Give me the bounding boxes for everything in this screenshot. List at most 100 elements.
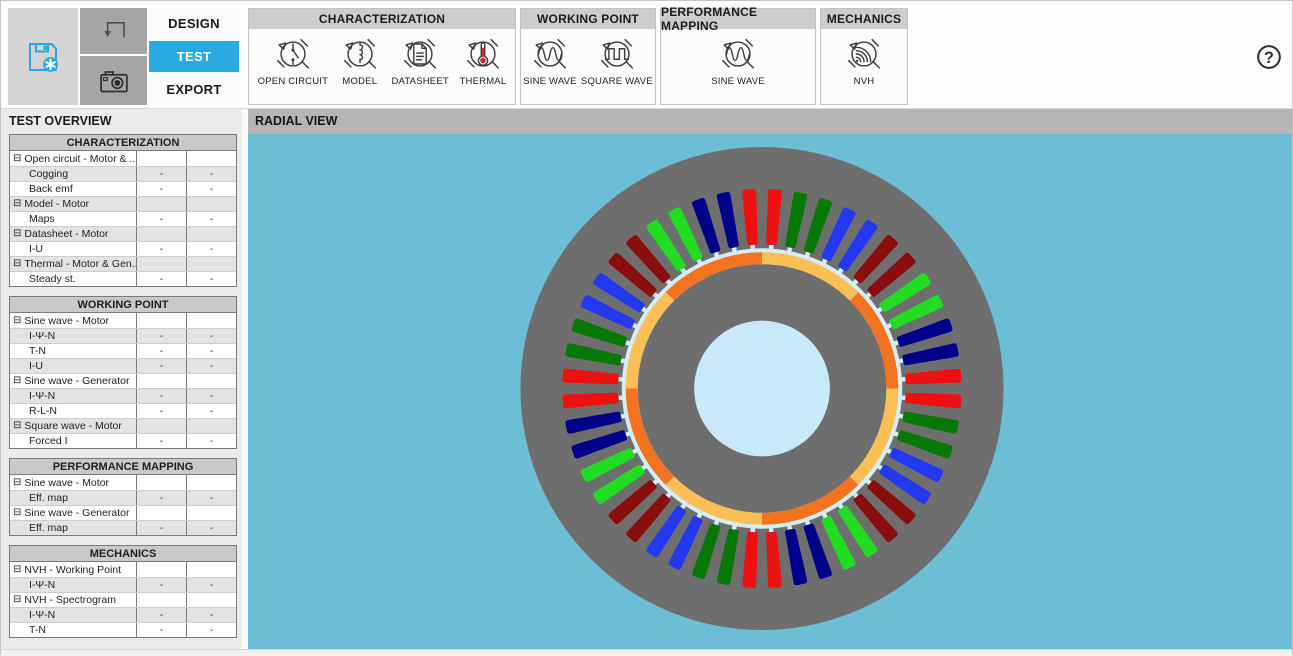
table-row-eff-map[interactable]: Eff. map-- bbox=[10, 520, 236, 535]
table-row-sine-wave-motor[interactable]: ⊟Sine wave - Motor bbox=[10, 313, 236, 328]
table-row-nvh-spectrogram[interactable]: ⊟NVH - Spectrogram bbox=[10, 592, 236, 607]
collapse-expander-icon[interactable]: ⊟ bbox=[13, 595, 21, 605]
collapse-expander-icon[interactable]: ⊟ bbox=[13, 421, 21, 431]
radial-viewer: RADIAL VIEW bbox=[248, 109, 1292, 649]
radial-view-canvas[interactable] bbox=[248, 134, 1292, 649]
toolbar-group-mechanics: MECHANICSNVH bbox=[820, 8, 908, 105]
tab-test[interactable]: TEST bbox=[149, 41, 239, 72]
table-row-sine-wave-generator[interactable]: ⊟Sine wave - Generator bbox=[10, 505, 236, 520]
table-row-thermal-motor-gen[interactable]: ⊟Thermal - Motor & Gen... bbox=[10, 256, 236, 271]
row-value: - bbox=[186, 359, 236, 373]
model-icon bbox=[339, 33, 381, 75]
collapse-expander-icon[interactable]: ⊟ bbox=[13, 316, 21, 326]
collapse-expander-icon[interactable]: ⊟ bbox=[13, 508, 21, 518]
collapse-expander-icon[interactable]: ⊟ bbox=[13, 376, 21, 386]
row-label: Back emf bbox=[10, 182, 136, 196]
table-row-sine-wave-generator[interactable]: ⊟Sine wave - Generator bbox=[10, 373, 236, 388]
collapse-expander-icon[interactable]: ⊟ bbox=[13, 229, 21, 239]
tool-label: DATASHEET bbox=[391, 76, 448, 87]
table-row-steady-st[interactable]: Steady st.-- bbox=[10, 271, 236, 286]
row-value: - bbox=[136, 344, 186, 358]
snapshot-button[interactable] bbox=[80, 56, 147, 105]
row-label: ⊟NVH - Spectrogram bbox=[10, 593, 136, 607]
collapse-expander-icon[interactable]: ⊟ bbox=[13, 565, 21, 575]
table-row-t-n[interactable]: T-N-- bbox=[10, 343, 236, 358]
help-button[interactable] bbox=[1252, 40, 1286, 74]
row-label: ⊟Open circuit - Motor & ... bbox=[10, 151, 136, 166]
tool-characterization-datasheet[interactable]: DATASHEET bbox=[389, 33, 450, 87]
row-value: - bbox=[136, 242, 186, 256]
row-value bbox=[186, 593, 236, 607]
row-value bbox=[186, 562, 236, 577]
table-row-forced-i[interactable]: Forced I-- bbox=[10, 433, 236, 448]
row-value: - bbox=[136, 491, 186, 505]
row-label: ⊟Square wave - Motor bbox=[10, 419, 136, 433]
tab-export[interactable]: EXPORT bbox=[149, 74, 239, 105]
table-row-back-emf[interactable]: Back emf-- bbox=[10, 181, 236, 196]
table-row-i-u[interactable]: I-U-- bbox=[10, 241, 236, 256]
row-value bbox=[186, 475, 236, 490]
table-title: MECHANICS bbox=[10, 546, 236, 562]
row-value: - bbox=[186, 329, 236, 343]
table-row-i-n[interactable]: I-Ψ-N-- bbox=[10, 388, 236, 403]
tool-mechanics-nvh[interactable]: NVH bbox=[841, 33, 887, 87]
tool-label: THERMAL bbox=[460, 76, 507, 87]
collapse-expander-icon[interactable]: ⊟ bbox=[13, 259, 21, 269]
toolbar-groups: CHARACTERIZATIONOPEN CIRCUITMODELDATASHE… bbox=[248, 8, 908, 105]
table-row-nvh-working-point[interactable]: ⊟NVH - Working Point bbox=[10, 562, 236, 577]
row-value bbox=[136, 197, 186, 211]
main-row: TEST OVERVIEW CHARACTERIZATION⊟Open circ… bbox=[1, 109, 1292, 649]
row-value: - bbox=[136, 404, 186, 418]
toolbar-group-title: PERFORMANCE MAPPING bbox=[661, 9, 815, 29]
tool-performance-mapping-sine-wave[interactable]: SINE WAVE bbox=[709, 33, 767, 87]
table-title: PERFORMANCE MAPPING bbox=[10, 459, 236, 475]
table-title: WORKING POINT bbox=[10, 297, 236, 313]
collapse-expander-icon[interactable]: ⊟ bbox=[13, 478, 21, 488]
tool-characterization-open-circuit[interactable]: OPEN CIRCUIT bbox=[256, 33, 331, 87]
save-button[interactable] bbox=[8, 8, 78, 105]
row-value: - bbox=[136, 434, 186, 448]
table-row-i-n[interactable]: I-Ψ-N-- bbox=[10, 328, 236, 343]
table-row-t-n[interactable]: T-N-- bbox=[10, 622, 236, 637]
row-value: - bbox=[136, 272, 186, 286]
open-circuit-icon bbox=[272, 33, 314, 75]
row-value: - bbox=[136, 578, 186, 592]
table-row-model-motor[interactable]: ⊟Model - Motor bbox=[10, 196, 236, 211]
table-row-r-l-n[interactable]: R-L-N-- bbox=[10, 403, 236, 418]
collapse-expander-icon[interactable]: ⊟ bbox=[13, 154, 21, 164]
row-value bbox=[186, 197, 236, 211]
tool-label: SQUARE WAVE bbox=[581, 76, 653, 87]
row-value: - bbox=[186, 272, 236, 286]
table-row-i-n[interactable]: I-Ψ-N-- bbox=[10, 577, 236, 592]
row-label: Eff. map bbox=[10, 491, 136, 505]
table-row-open-circuit-motor[interactable]: ⊟Open circuit - Motor & ... bbox=[10, 151, 236, 166]
tool-label: SINE WAVE bbox=[711, 76, 765, 87]
row-value: - bbox=[186, 212, 236, 226]
tool-working-point-sine-wave[interactable]: SINE WAVE bbox=[521, 33, 579, 87]
tool-label: SINE WAVE bbox=[523, 76, 577, 87]
tool-characterization-thermal[interactable]: THERMAL bbox=[458, 33, 509, 87]
tool-working-point-square-wave[interactable]: SQUARE WAVE bbox=[579, 33, 655, 87]
table-row-i-n[interactable]: I-Ψ-N-- bbox=[10, 607, 236, 622]
tab-design[interactable]: DESIGN bbox=[149, 8, 239, 39]
table-row-eff-map[interactable]: Eff. map-- bbox=[10, 490, 236, 505]
row-label: ⊟Datasheet - Motor bbox=[10, 227, 136, 241]
undo-button[interactable] bbox=[80, 8, 147, 54]
table-row-maps[interactable]: Maps-- bbox=[10, 211, 236, 226]
table-row-cogging[interactable]: Cogging-- bbox=[10, 166, 236, 181]
row-value: - bbox=[186, 608, 236, 622]
test-overview-sidebar: TEST OVERVIEW CHARACTERIZATION⊟Open circ… bbox=[1, 109, 242, 649]
tool-characterization-model[interactable]: MODEL bbox=[337, 33, 383, 87]
square-wave-icon bbox=[596, 33, 638, 75]
row-label: R-L-N bbox=[10, 404, 136, 418]
table-row-sine-wave-motor[interactable]: ⊟Sine wave - Motor bbox=[10, 475, 236, 490]
table-row-square-wave-motor[interactable]: ⊟Square wave - Motor bbox=[10, 418, 236, 433]
collapse-expander-icon[interactable]: ⊟ bbox=[13, 199, 21, 209]
tool-label: OPEN CIRCUIT bbox=[258, 76, 329, 87]
table-row-datasheet-motor[interactable]: ⊟Datasheet - Motor bbox=[10, 226, 236, 241]
table-row-i-u[interactable]: I-U-- bbox=[10, 358, 236, 373]
row-value: - bbox=[186, 344, 236, 358]
row-value bbox=[136, 151, 186, 166]
top-toolbar: DESIGNTESTEXPORT CHARACTERIZATIONOPEN CI… bbox=[1, 1, 1292, 109]
thermal-icon bbox=[462, 33, 504, 75]
